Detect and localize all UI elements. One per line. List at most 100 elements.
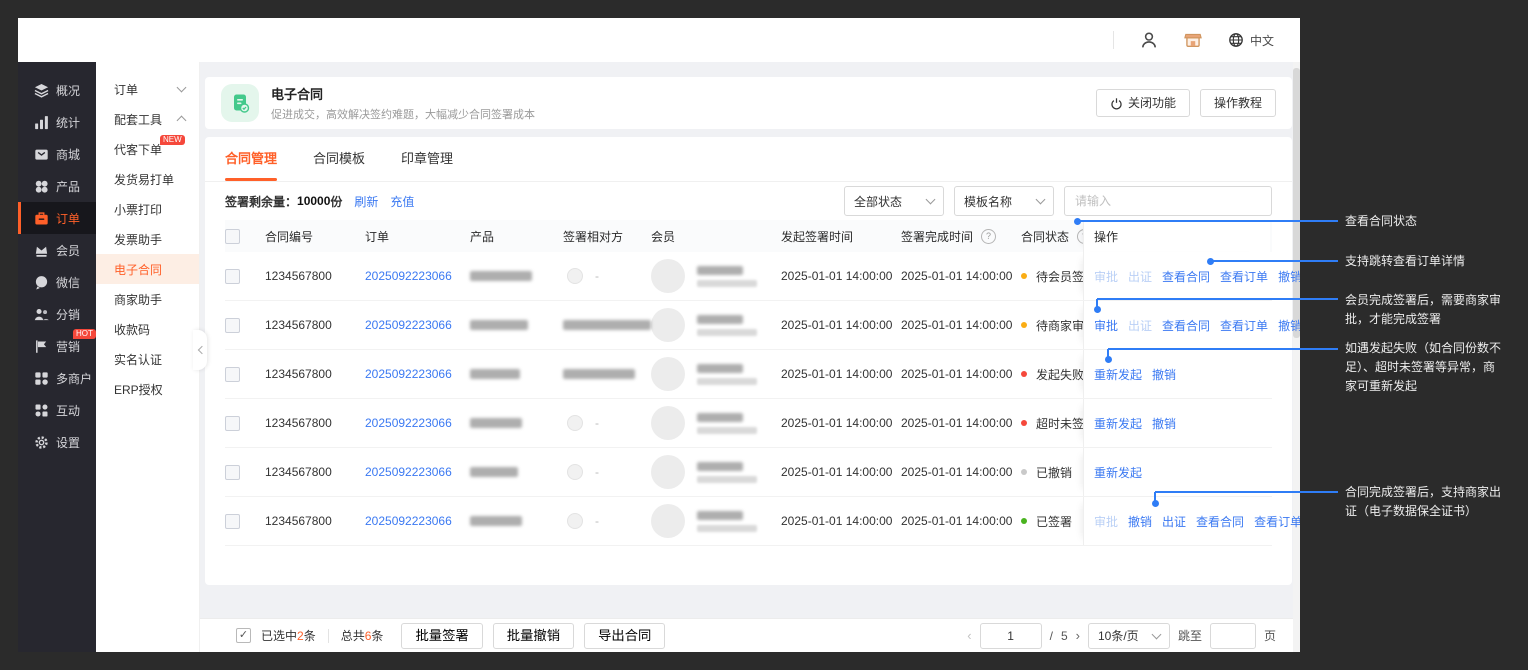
sidebar-item[interactable]: 微信 — [18, 266, 96, 298]
language-switcher[interactable]: 中文 — [1228, 32, 1274, 49]
op-link[interactable]: 撤销 — [1152, 415, 1176, 432]
page-size-select[interactable]: 10条/页 — [1088, 623, 1170, 649]
op-link[interactable]: 审批 — [1094, 317, 1118, 334]
finish-time-cell: 2025-01-01 14:00:00 — [901, 416, 1021, 430]
sidebar-item[interactable]: 统计 — [18, 106, 96, 138]
order-link[interactable]: 2025092223066 — [365, 514, 452, 528]
search-input[interactable] — [1064, 186, 1272, 216]
submenu-item[interactable]: 商家助手 — [96, 284, 199, 314]
member-cell — [651, 259, 781, 293]
row-checkbox[interactable] — [225, 416, 240, 431]
submenu-group[interactable]: 订单 — [96, 74, 199, 104]
current-page-input[interactable] — [980, 623, 1042, 649]
export-contracts-button[interactable]: 导出合同 — [584, 623, 665, 649]
order-link[interactable]: 2025092223066 — [365, 367, 452, 381]
empty-value: - — [595, 514, 599, 528]
jump-page-input[interactable] — [1210, 623, 1256, 649]
submenu-item[interactable]: ERP授权 — [96, 374, 199, 404]
redacted-member — [697, 462, 757, 483]
batch-sign-button[interactable]: 批量签署 — [401, 623, 482, 649]
user-icon[interactable] — [1140, 31, 1158, 49]
op-link[interactable]: 撤销 — [1128, 513, 1152, 530]
header-checkbox[interactable] — [225, 229, 240, 244]
op-link[interactable]: 查看合同 — [1162, 268, 1210, 285]
scrollbar[interactable] — [1293, 62, 1300, 652]
op-link[interactable]: 撤销 — [1152, 366, 1176, 383]
tab-active[interactable]: 合同管理 — [225, 137, 277, 181]
interaction-icon — [34, 403, 49, 418]
sidebar-item[interactable]: 互动 — [18, 394, 96, 426]
prev-page-button[interactable]: ‹ — [967, 628, 971, 643]
sidebar-item[interactable]: 商城 — [18, 138, 96, 170]
recharge-link[interactable]: 充值 — [390, 193, 414, 210]
sidebar-item[interactable]: 分销 — [18, 298, 96, 330]
sidebar-collapse-handle[interactable] — [193, 330, 207, 370]
op-link[interactable]: 重新发起 — [1094, 366, 1142, 383]
multi-merchant-icon — [34, 371, 49, 386]
op-link[interactable]: 查看订单 — [1254, 513, 1300, 530]
sidebar-item[interactable]: 营销HOT — [18, 330, 96, 362]
submenu-item[interactable]: 收款码 — [96, 314, 199, 344]
help-icon[interactable]: ? — [981, 229, 996, 244]
order-link[interactable]: 2025092223066 — [365, 416, 452, 430]
tutorial-button[interactable]: 操作教程 — [1200, 89, 1276, 117]
close-feature-button[interactable]: 关闭功能 — [1096, 89, 1190, 117]
sidebar-item-label: 设置 — [56, 434, 80, 451]
row-checkbox[interactable] — [225, 269, 240, 284]
annotation-dot — [1074, 218, 1081, 225]
sidebar-item[interactable]: 会员 — [18, 234, 96, 266]
sidebar-item[interactable]: 订单 — [18, 202, 96, 234]
submenu-item[interactable]: 发货易打单 — [96, 164, 199, 194]
status-filter-select[interactable]: 全部状态 — [844, 186, 944, 216]
refresh-link[interactable]: 刷新 — [354, 193, 378, 210]
column-header: 产品 — [470, 228, 563, 245]
redacted-member-id — [697, 280, 757, 287]
next-page-button[interactable]: › — [1076, 628, 1080, 643]
op-link[interactable]: 重新发起 — [1094, 464, 1142, 481]
sidebar-item[interactable]: 产品 — [18, 170, 96, 202]
redacted-product — [470, 467, 518, 477]
op-link[interactable]: 查看合同 — [1196, 513, 1244, 530]
order-link[interactable]: 2025092223066 — [365, 465, 452, 479]
row-checkbox[interactable] — [225, 318, 240, 333]
quota-label: 签署剩余量： — [225, 193, 297, 210]
submenu-item[interactable]: 小票打印 — [96, 194, 199, 224]
table-row: 12345678002025092223066-2025-01-01 14:00… — [225, 252, 1272, 301]
status-cell: 待会员签署 — [1021, 268, 1083, 285]
order-link[interactable]: 2025092223066 — [365, 269, 452, 283]
redacted-member-name — [697, 413, 743, 422]
counterparty-avatar — [567, 513, 583, 529]
op-link[interactable]: 出证 — [1162, 513, 1186, 530]
redacted-counterparty — [563, 320, 651, 330]
submenu-group[interactable]: 配套工具 — [96, 104, 199, 134]
order-link[interactable]: 2025092223066 — [365, 318, 452, 332]
submenu-item[interactable]: 电子合同 — [96, 254, 199, 284]
operations-cell: 审批出证查看合同查看订单撤销 — [1083, 301, 1270, 349]
tab-item[interactable]: 合同模板 — [313, 137, 365, 181]
row-checkbox[interactable] — [225, 514, 240, 529]
shop-icon[interactable] — [1184, 31, 1202, 49]
batch-revoke-button[interactable]: 批量撤销 — [493, 623, 574, 649]
row-checkbox[interactable] — [225, 367, 240, 382]
member-avatar — [651, 406, 685, 440]
op-link[interactable]: 重新发起 — [1094, 415, 1142, 432]
op-link[interactable]: 查看合同 — [1162, 317, 1210, 334]
op-link[interactable]: 查看订单 — [1220, 268, 1268, 285]
field-filter-select[interactable]: 模板名称 — [954, 186, 1054, 216]
sidebar-item[interactable]: 概况 — [18, 74, 96, 106]
sidebar-item[interactable]: 设置 — [18, 426, 96, 458]
op-link[interactable]: 撤销 — [1278, 268, 1300, 285]
submenu-item[interactable]: 实名认证 — [96, 344, 199, 374]
redacted-member-id — [697, 427, 757, 434]
sidebar-item[interactable]: 多商户 — [18, 362, 96, 394]
tab-item[interactable]: 印章管理 — [401, 137, 453, 181]
submenu-item[interactable]: 发票助手 — [96, 224, 199, 254]
redacted-member-name — [697, 462, 743, 471]
op-link[interactable]: 撤销 — [1278, 317, 1300, 334]
op-link[interactable]: 查看订单 — [1220, 317, 1268, 334]
submenu-item[interactable]: 代客下单NEW — [96, 134, 199, 164]
redacted-product — [470, 369, 520, 379]
select-all-checkbox[interactable]: ✓ — [236, 628, 251, 643]
op-link: 出证 — [1128, 317, 1152, 334]
row-checkbox[interactable] — [225, 465, 240, 480]
